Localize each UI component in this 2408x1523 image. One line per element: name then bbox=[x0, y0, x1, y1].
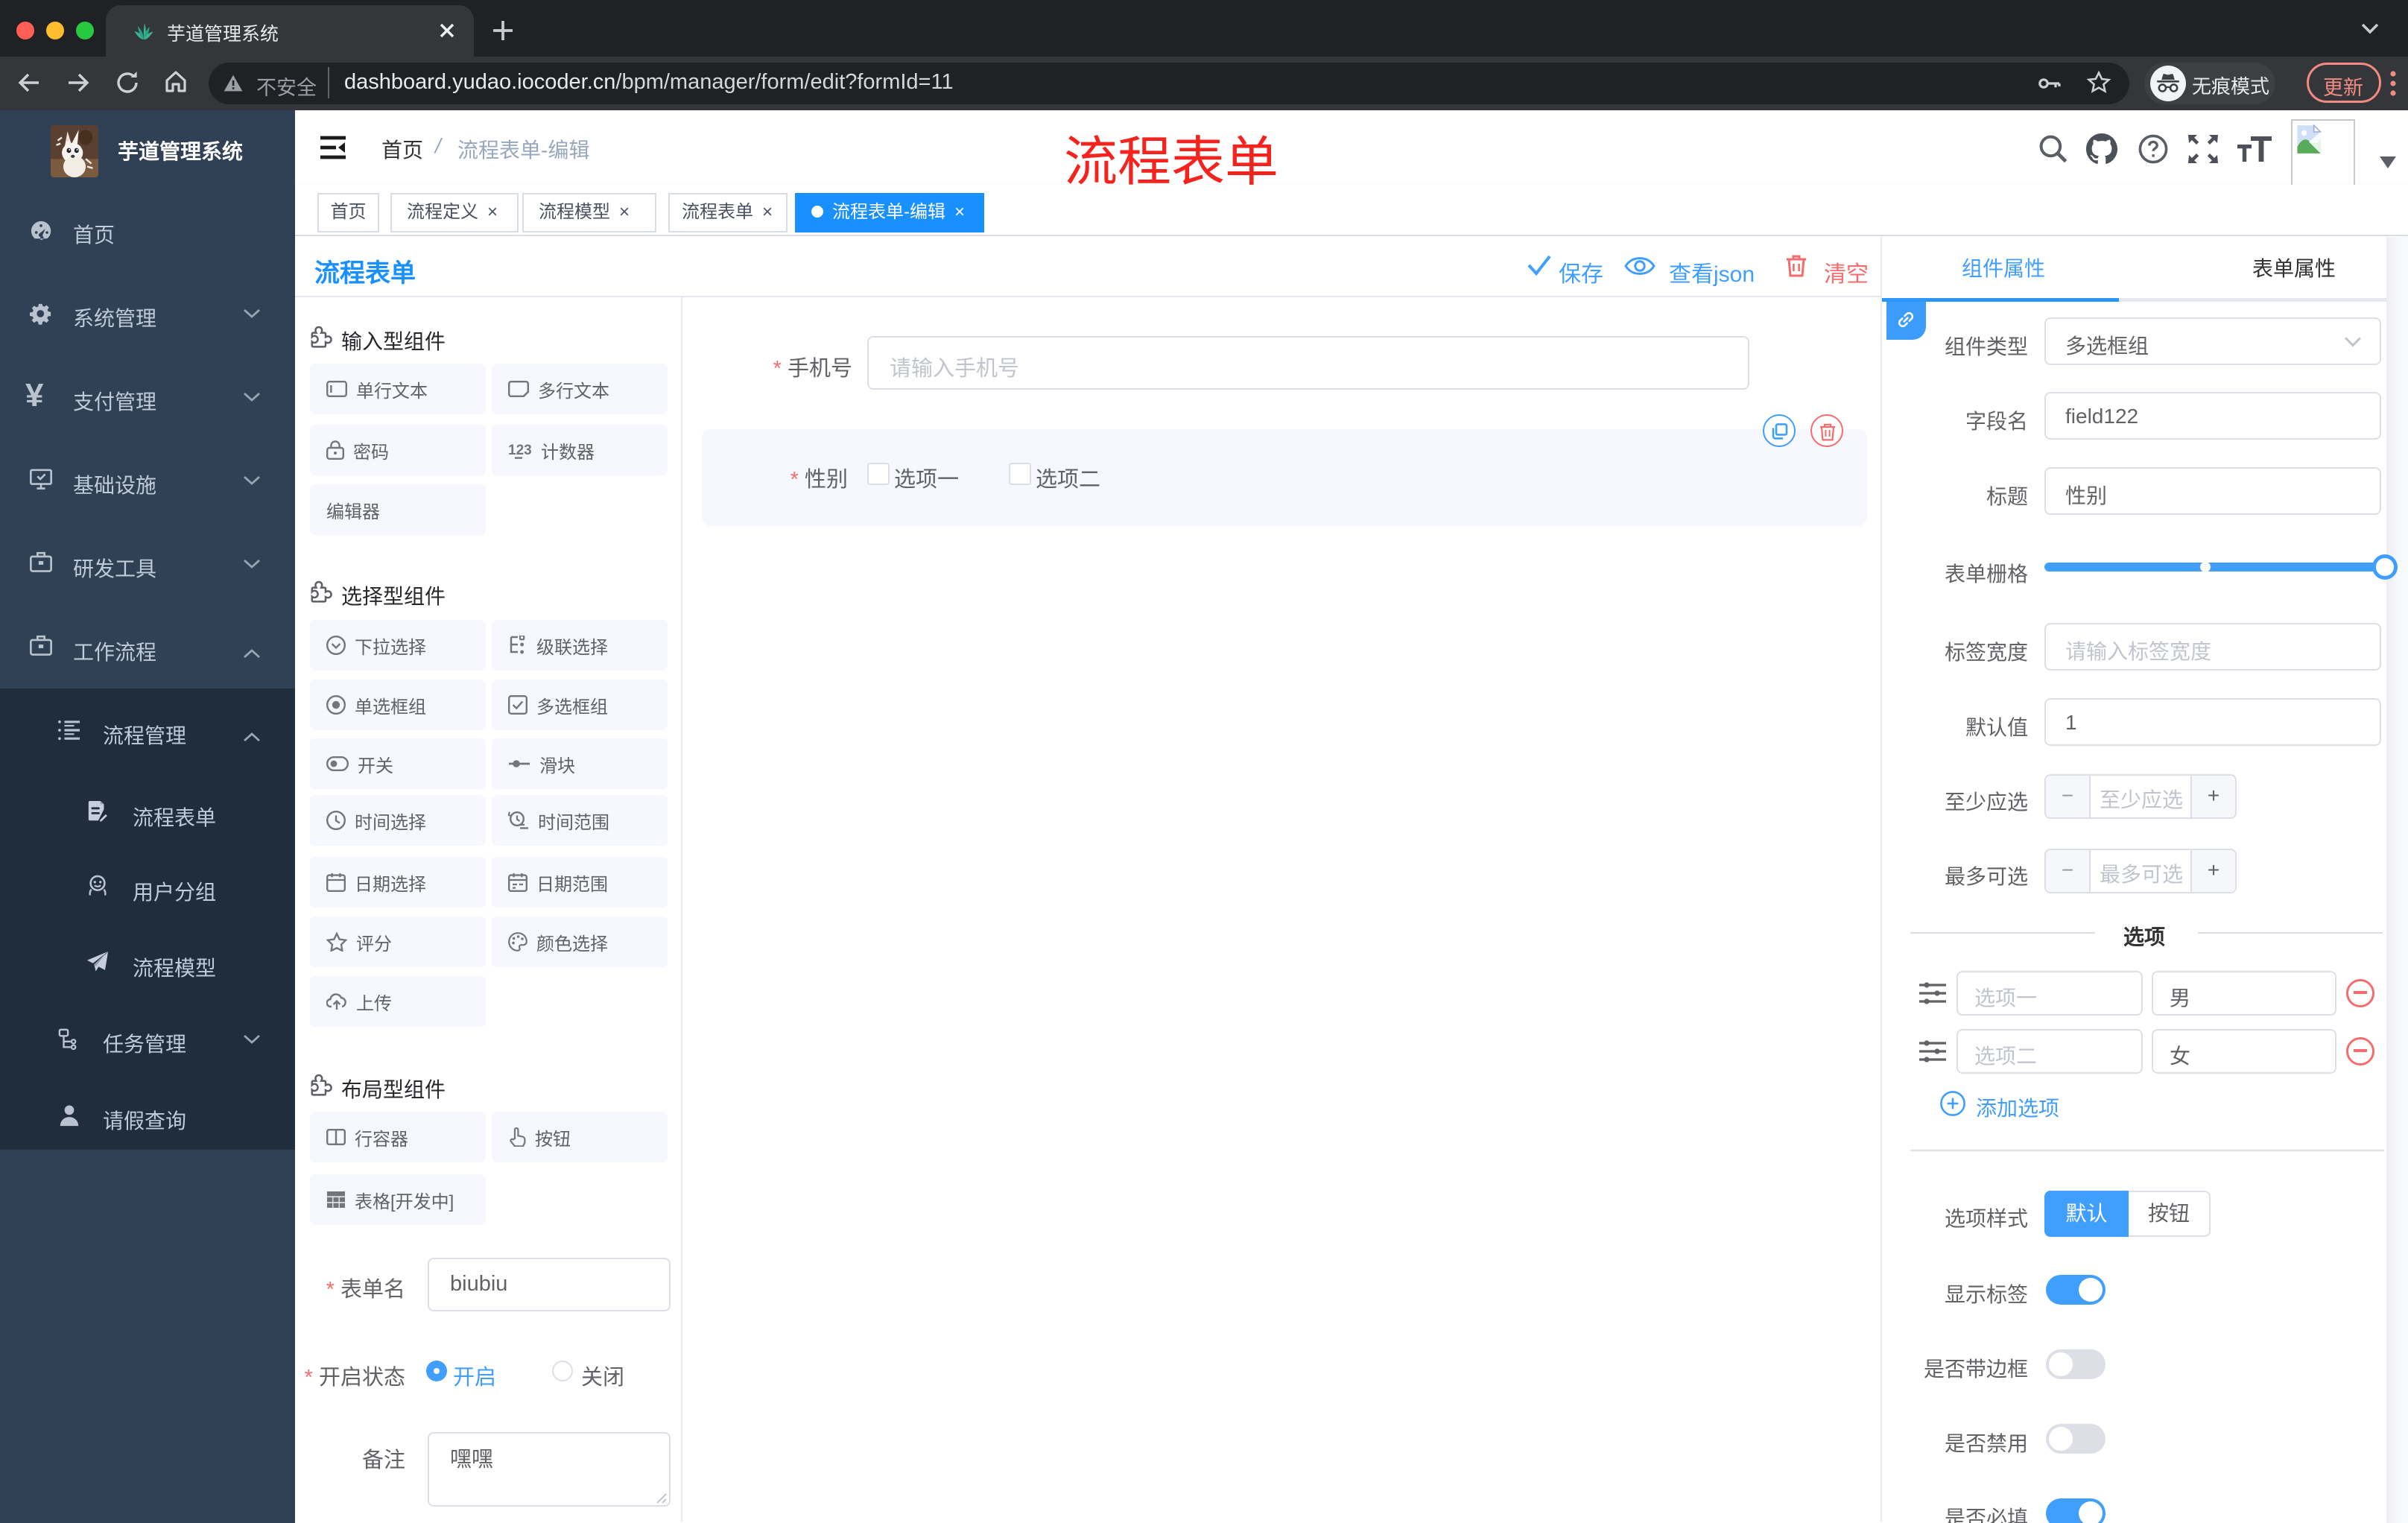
svg-text:123: 123 bbox=[508, 443, 532, 458]
